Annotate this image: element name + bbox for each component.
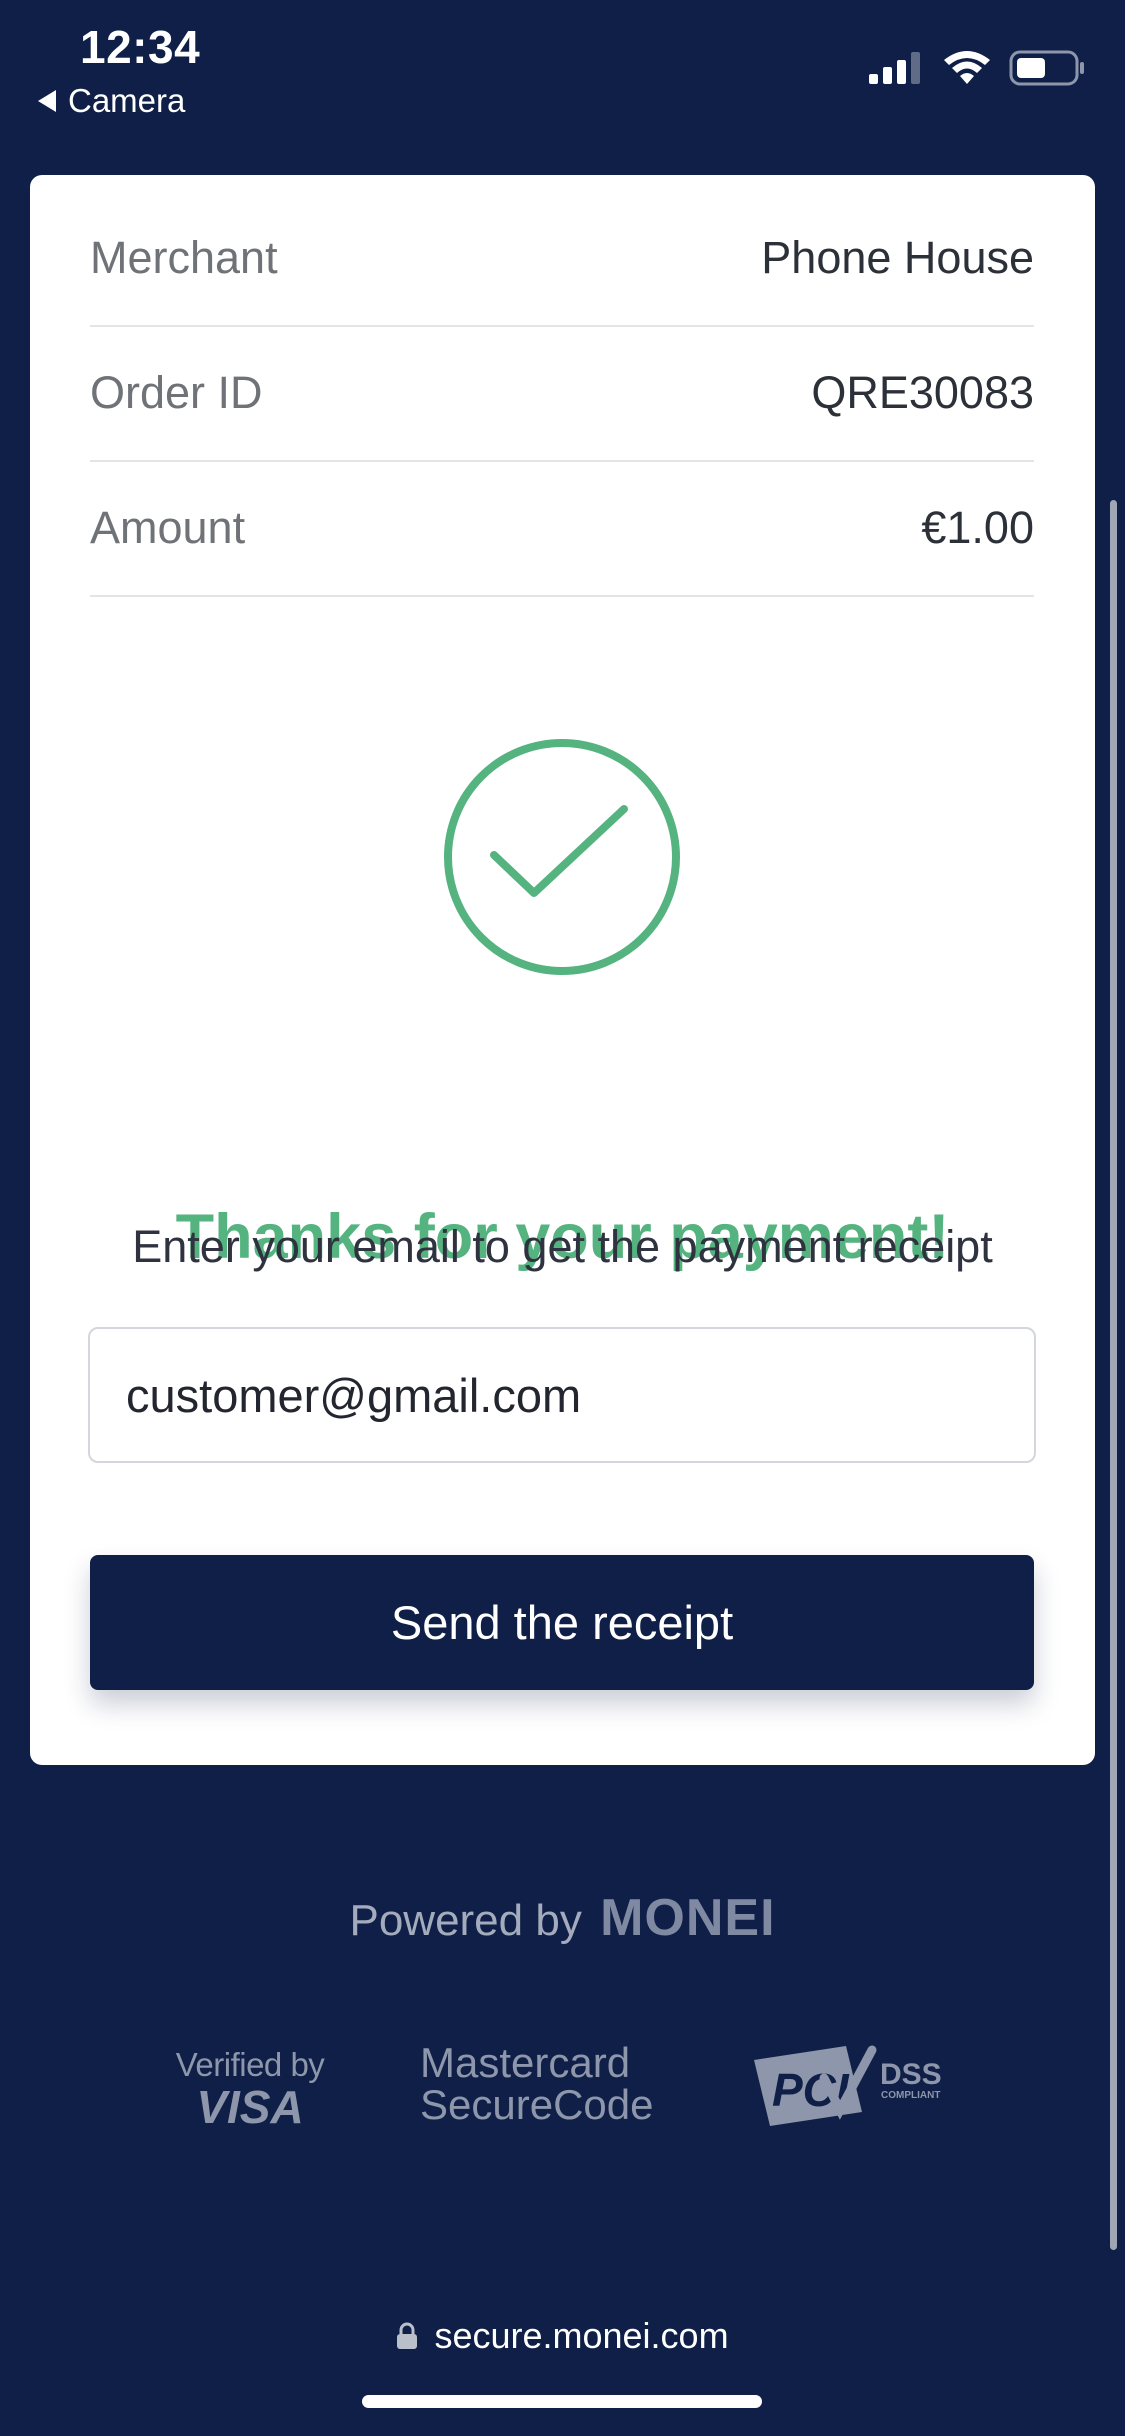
- url-text: secure.monei.com: [434, 2315, 729, 2356]
- mastercard-securecode-badge: Mastercard SecureCode: [420, 2042, 660, 2126]
- order-id-label: Order ID: [90, 367, 263, 418]
- powered-by: Powered by MONEI: [0, 1888, 1125, 1948]
- status-icons: [869, 50, 1085, 86]
- browser-url-bar[interactable]: secure.monei.com: [0, 2315, 1125, 2357]
- verified-by-visa-badge: Verified by VISA: [170, 2046, 330, 2134]
- visa-small-text: Verified by: [175, 2046, 325, 2083]
- battery-icon: [1009, 50, 1084, 86]
- amount-row: Amount €1.00: [90, 461, 1034, 597]
- order-id-row: Order ID QRE30083: [90, 326, 1034, 462]
- security-badges: Verified by VISA Mastercard SecureCode P…: [0, 2040, 1125, 2140]
- send-receipt-button[interactable]: Send the receipt: [90, 1555, 1034, 1690]
- merchant-row: Merchant Phone House: [90, 191, 1034, 327]
- payment-card: Merchant Phone House Order ID QRE30083 A…: [30, 175, 1095, 1765]
- dss-text: DSS: [880, 2058, 942, 2091]
- status-time: 12:34: [80, 21, 201, 73]
- amount-label: Amount: [90, 502, 246, 553]
- receipt-prompt: Enter your email to get the payment rece…: [132, 1221, 993, 1272]
- visa-logo-text: VISA: [196, 2081, 304, 2133]
- amount-value: €1.00: [921, 502, 1034, 553]
- merchant-value: Phone House: [761, 232, 1034, 283]
- back-to-camera-link[interactable]: Camera: [38, 82, 185, 120]
- mastercard-line2: SecureCode: [420, 2081, 654, 2128]
- order-id-value: QRE30083: [811, 367, 1034, 418]
- back-label: Camera: [68, 82, 186, 119]
- home-indicator[interactable]: [362, 2395, 762, 2408]
- pci-dss-badge: PCI DSS COMPLIANT: [754, 2045, 942, 2126]
- powered-by-label: Powered by: [349, 1896, 582, 1945]
- lock-icon: [397, 2322, 418, 2349]
- monei-logo: MONEI: [600, 1889, 776, 1947]
- compliant-text: COMPLIANT: [881, 2090, 940, 2101]
- email-input[interactable]: [88, 1327, 1036, 1463]
- page-scrollbar[interactable]: [1110, 500, 1117, 2250]
- wifi-icon: [944, 51, 990, 84]
- mastercard-line1: Mastercard: [420, 2039, 631, 2086]
- checkmark-circle-icon: [444, 739, 680, 975]
- back-arrow-icon: [38, 90, 56, 112]
- merchant-label: Merchant: [90, 232, 278, 283]
- cellular-signal-icon: [869, 52, 920, 84]
